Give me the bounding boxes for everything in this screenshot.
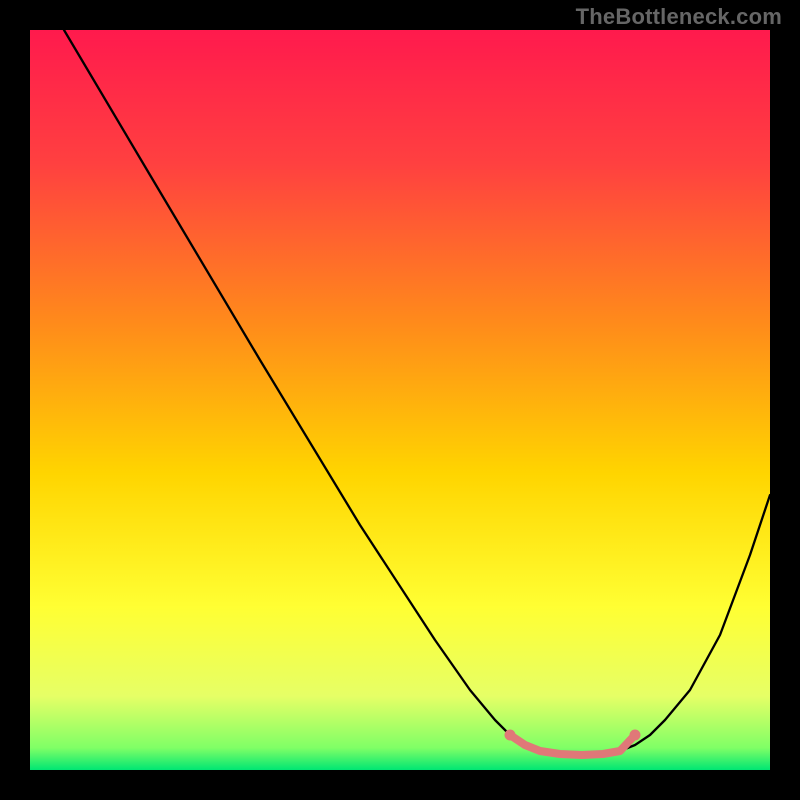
highlight-dot-left	[505, 730, 516, 741]
chart-frame: { "watermark": "TheBottleneck.com", "cha…	[0, 0, 800, 800]
highlight-dot-right	[630, 730, 641, 741]
plot-background	[30, 30, 770, 770]
chart-svg	[0, 0, 800, 800]
